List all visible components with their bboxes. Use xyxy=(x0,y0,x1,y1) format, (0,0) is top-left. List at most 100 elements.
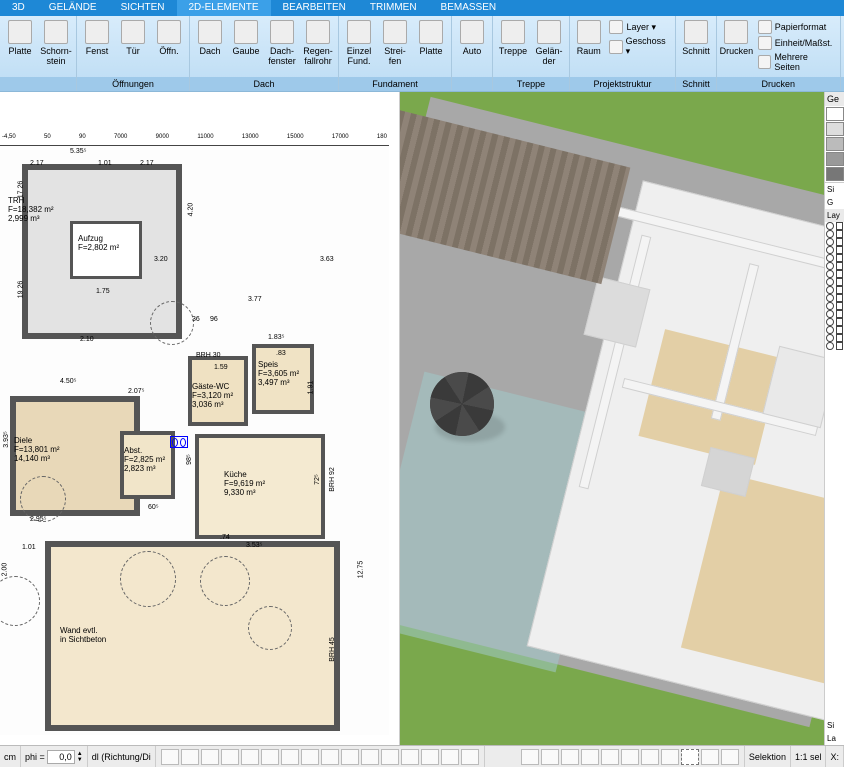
tool-btn[interactable] xyxy=(401,749,419,765)
ribbon-strei-button[interactable]: Strei-fen xyxy=(377,18,413,68)
swatch[interactable] xyxy=(826,122,844,136)
tool-btn[interactable] xyxy=(661,749,679,765)
swatch[interactable] xyxy=(826,152,844,166)
tool-btn[interactable] xyxy=(521,749,539,765)
layer-row[interactable] xyxy=(825,318,844,326)
layer-row[interactable] xyxy=(825,310,844,318)
tool-btn[interactable] xyxy=(161,749,179,765)
menu-bearbeiten[interactable]: BEARBEITEN xyxy=(271,0,358,16)
ribbon-mini-einheitmast[interactable]: Einheit/Maßst. xyxy=(758,36,834,50)
lock-icon[interactable] xyxy=(836,294,844,302)
eye-icon[interactable] xyxy=(826,318,834,326)
ribbon-mini-layer[interactable]: Layer ▾ xyxy=(609,20,669,34)
tool-btn[interactable] xyxy=(621,749,639,765)
tool-btn[interactable] xyxy=(381,749,399,765)
tool-btn[interactable] xyxy=(701,749,719,765)
layer-row[interactable] xyxy=(825,294,844,302)
tool-btn[interactable] xyxy=(361,749,379,765)
eye-icon[interactable] xyxy=(826,262,834,270)
menu-trimmen[interactable]: TRIMMEN xyxy=(358,0,429,16)
menu-2d-elemente[interactable]: 2D-ELEMENTE xyxy=(177,0,271,16)
swatch[interactable] xyxy=(826,167,844,181)
ribbon-treppe-button[interactable]: Treppe xyxy=(495,18,531,58)
ribbon-auto-button[interactable]: Auto xyxy=(454,18,490,58)
tool-btn[interactable] xyxy=(461,749,479,765)
ribbon-dach-button[interactable]: Dach-fenster xyxy=(264,18,300,68)
phi-input[interactable] xyxy=(47,750,75,764)
tool-btn[interactable] xyxy=(261,749,279,765)
ribbon-raum-button[interactable]: Raum xyxy=(572,18,605,58)
tool-btn[interactable] xyxy=(241,749,259,765)
plan-canvas[interactable]: TRH F=18,382 m² 2,999 m³ Aufzug F=2,802 … xyxy=(0,146,389,735)
swatch[interactable] xyxy=(826,107,844,121)
eye-icon[interactable] xyxy=(826,310,834,318)
lock-icon[interactable] xyxy=(836,334,844,342)
ribbon-fenst-button[interactable]: Fenst xyxy=(79,18,115,58)
ribbon-mini-papierformat[interactable]: Papierformat xyxy=(758,20,834,34)
eye-icon[interactable] xyxy=(826,286,834,294)
lock-icon[interactable] xyxy=(836,342,844,350)
layer-row[interactable] xyxy=(825,278,844,286)
tool-btn[interactable] xyxy=(321,749,339,765)
ribbon-schorn-button[interactable]: Schorn-stein xyxy=(38,18,74,68)
tool-btn[interactable] xyxy=(181,749,199,765)
view-3d-viewport[interactable] xyxy=(400,92,824,745)
tool-btn[interactable] xyxy=(601,749,619,765)
eye-icon[interactable] xyxy=(826,222,834,230)
ribbon-platte-button[interactable]: Platte xyxy=(2,18,38,58)
ribbon-drucken-button[interactable]: Drucken xyxy=(719,18,754,58)
menu-bemassen[interactable]: BEMASSEN xyxy=(429,0,509,16)
eye-icon[interactable] xyxy=(826,238,834,246)
tool-btn[interactable] xyxy=(641,749,659,765)
tool-btn[interactable] xyxy=(301,749,319,765)
layer-panel[interactable]: Lay xyxy=(825,209,844,719)
layer-row[interactable] xyxy=(825,334,844,342)
ribbon-gaube-button[interactable]: Gaube xyxy=(228,18,264,58)
tool-btn[interactable] xyxy=(341,749,359,765)
tool-btn[interactable] xyxy=(441,749,459,765)
menu-3d[interactable]: 3D xyxy=(0,0,37,16)
lock-icon[interactable] xyxy=(836,270,844,278)
tool-btn[interactable] xyxy=(421,749,439,765)
lock-icon[interactable] xyxy=(836,246,844,254)
lock-icon[interactable] xyxy=(836,286,844,294)
lock-icon[interactable] xyxy=(836,326,844,334)
eye-icon[interactable] xyxy=(826,230,834,238)
lock-icon[interactable] xyxy=(836,262,844,270)
tool-btn[interactable] xyxy=(581,749,599,765)
layer-row[interactable] xyxy=(825,270,844,278)
ribbon-mini-geschoss[interactable]: Geschoss ▾ xyxy=(609,36,669,57)
ribbon-ffn-button[interactable]: Öffn. xyxy=(151,18,187,58)
lock-icon[interactable] xyxy=(836,238,844,246)
lock-icon[interactable] xyxy=(836,278,844,286)
ribbon-einzel-button[interactable]: EinzelFund. xyxy=(341,18,377,68)
tool-btn[interactable] xyxy=(281,749,299,765)
eye-icon[interactable] xyxy=(826,294,834,302)
ribbon-regen-button[interactable]: Regen-fallrohr xyxy=(300,18,336,68)
eye-icon[interactable] xyxy=(826,254,834,262)
layer-row[interactable] xyxy=(825,246,844,254)
unit-field[interactable]: cm xyxy=(0,746,21,767)
layer-row[interactable] xyxy=(825,254,844,262)
eye-icon[interactable] xyxy=(826,326,834,334)
tool-btn[interactable] xyxy=(681,749,699,765)
ribbon-schnitt-button[interactable]: Schnitt xyxy=(678,18,714,58)
tool-btn[interactable] xyxy=(561,749,579,765)
eye-icon[interactable] xyxy=(826,342,834,350)
menu-sichten[interactable]: SICHTEN xyxy=(109,0,177,16)
palette-panel[interactable]: Ge xyxy=(825,92,844,183)
ribbon-platte-button[interactable]: Platte xyxy=(413,18,449,58)
layer-row[interactable] xyxy=(825,222,844,230)
layer-row[interactable] xyxy=(825,230,844,238)
eye-icon[interactable] xyxy=(826,302,834,310)
lock-icon[interactable] xyxy=(836,302,844,310)
ribbon-dach-button[interactable]: Dach xyxy=(192,18,228,58)
tool-btn[interactable] xyxy=(721,749,739,765)
tool-btn[interactable] xyxy=(541,749,559,765)
layer-row[interactable] xyxy=(825,238,844,246)
layer-row[interactable] xyxy=(825,286,844,294)
tool-btn[interactable] xyxy=(201,749,219,765)
eye-icon[interactable] xyxy=(826,270,834,278)
tool-btn[interactable] xyxy=(221,749,239,765)
menu-gelände[interactable]: GELÄNDE xyxy=(37,0,109,16)
